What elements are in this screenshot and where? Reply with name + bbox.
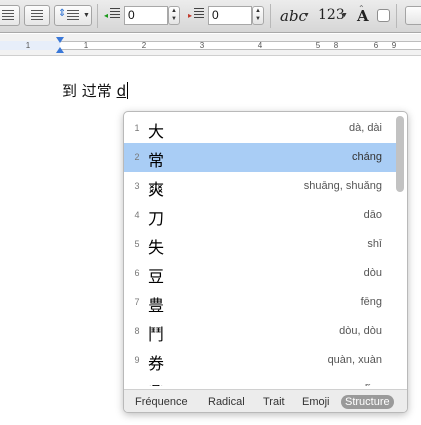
candidate-character: 常 — [148, 151, 165, 170]
candidate-row[interactable]: 1 大 dà, dài — [124, 114, 396, 143]
candidate-row[interactable]: 6 豆 dòu — [124, 259, 396, 288]
candidate-number: 7 — [134, 297, 140, 307]
candidate-row[interactable]: 8 鬥 dòu, dòu — [124, 317, 396, 346]
justify-button[interactable] — [24, 5, 50, 26]
candidate-row[interactable]: 3 爽 shuāng, shuǎng — [124, 172, 396, 201]
ruler-number: 2 — [141, 41, 147, 50]
ruler-number: 1 — [83, 41, 89, 50]
candidate-number: 9 — [134, 355, 140, 365]
justify-icon — [31, 10, 43, 22]
more-button[interactable] — [405, 6, 421, 25]
candidate-row[interactable]: 4 刀 dāo — [124, 201, 396, 230]
candidate-pinyin: dà, dài — [348, 122, 382, 134]
ruler-number: 3 — [199, 41, 205, 50]
candidate-number: 4 — [134, 210, 140, 220]
left-indent-field[interactable]: 0 — [124, 6, 168, 25]
candidate-row[interactable]: 7 豊 fēng — [124, 288, 396, 317]
tab-emoji[interactable]: Emoji — [298, 395, 334, 409]
candidate-character: 豊 — [148, 296, 165, 315]
candidate-character: 大 — [148, 122, 165, 141]
scrollbar-thumb[interactable] — [396, 116, 404, 192]
candidate-pinyin: shuāng, shuǎng — [303, 180, 382, 192]
left-indent-stepper[interactable]: ▲ ▼ — [168, 6, 180, 25]
candidate-number: 3 — [134, 181, 140, 191]
ruler-number: 8 — [333, 41, 339, 50]
ruler-number: 6 — [373, 41, 379, 50]
candidate-scrollbar[interactable] — [396, 116, 404, 386]
candidate-pinyin: fēng — [360, 296, 382, 308]
candidate-number: 5 — [134, 239, 140, 249]
candidate-pinyin: dǐng — [361, 383, 382, 386]
toolbar-divider — [97, 4, 98, 28]
candidate-number: 2 — [134, 152, 140, 162]
candidate-pinyin: cháng — [352, 151, 382, 163]
formatting-toolbar: ⇕ ▼ ◂ 0 ▲ ▼ ▸ 0 ▲ ▼ abc ▼ 123 ▼ A ⌃ — [0, 0, 421, 33]
line-spacing-icon — [67, 10, 79, 22]
candidate-pinyin: quàn, xuàn — [327, 354, 382, 366]
right-indent-field[interactable]: 0 — [208, 6, 252, 25]
candidate-pinyin: dòu — [363, 267, 382, 279]
tab-radical[interactable]: Radical — [204, 395, 249, 409]
chevron-down-icon: ▼ — [83, 12, 90, 19]
candidate-window: 1 大 dà, dài 2 常 cháng 3 爽 shuāng, shuǎng 4 刀 dāo 5 失 s… — [123, 111, 408, 413]
candidate-tabs: Fréquence Radical Trait Emoji Structure — [124, 389, 407, 412]
chevron-down-icon: ▼ — [303, 12, 310, 19]
typed-input: d — [116, 82, 127, 100]
candidate-number: 8 — [134, 326, 140, 336]
line-spacing-button[interactable]: ⇕ ▼ — [54, 5, 92, 26]
right-indent-icon: ▸ — [188, 8, 204, 23]
candidate-pinyin: dāo — [363, 209, 382, 221]
document-text[interactable]: 到 过常 d — [62, 80, 129, 101]
align-right-icon — [2, 10, 14, 22]
tab-structure[interactable]: Structure — [341, 395, 394, 409]
candidate-pinyin: shī — [367, 238, 382, 250]
align-right-button[interactable] — [0, 5, 20, 26]
candidate-character: 券 — [148, 354, 165, 373]
candidate-character: 刀 — [148, 209, 165, 228]
ruler-number: 4 — [257, 41, 263, 50]
candidate-row[interactable]: 5 失 shī — [124, 230, 396, 259]
candidate-row[interactable]: 鼎 dǐng — [124, 375, 396, 386]
candidate-list[interactable]: 1 大 dà, dài 2 常 cháng 3 爽 shuāng, shuǎng 4 刀 dāo 5 失 s… — [124, 114, 396, 386]
indent-marker-icon[interactable] — [55, 36, 65, 55]
left-indent-icon: ◂ — [104, 8, 120, 23]
ruler-number: 5 — [315, 41, 321, 50]
text-cursor — [127, 82, 129, 99]
ruler[interactable]: 1 1 2 3 4 5 6 7 8 9 — [0, 34, 421, 56]
candidate-row[interactable]: 9 券 quàn, xuàn — [124, 346, 396, 375]
style-arrow-icon: ⌃ — [358, 4, 365, 13]
composed-text: 到 过常 — [62, 82, 112, 100]
ruler-number: 1 — [25, 41, 31, 50]
tab-frquence[interactable]: Fréquence — [131, 395, 192, 409]
candidate-character: 鼎 — [148, 379, 164, 386]
candidate-character: 爽 — [148, 180, 165, 199]
candidate-character: 鬥 — [148, 325, 165, 344]
ruler-number: 9 — [391, 41, 397, 50]
candidate-character: 失 — [148, 238, 165, 257]
candidate-pinyin: dòu, dòu — [339, 325, 382, 337]
chevron-down-icon: ▼ — [341, 12, 348, 19]
candidate-number: 6 — [134, 268, 140, 278]
spacing-arrows-icon: ⇕ — [58, 8, 67, 19]
candidate-row[interactable]: 2 常 cháng — [124, 143, 396, 172]
candidate-character: 豆 — [148, 267, 165, 286]
tab-trait[interactable]: Trait — [259, 395, 289, 409]
toolbar-divider — [270, 4, 271, 28]
right-indent-stepper[interactable]: ▲ ▼ — [252, 6, 264, 25]
checkbox[interactable] — [377, 9, 390, 22]
candidate-number: 1 — [134, 123, 140, 133]
toolbar-divider — [396, 4, 397, 28]
